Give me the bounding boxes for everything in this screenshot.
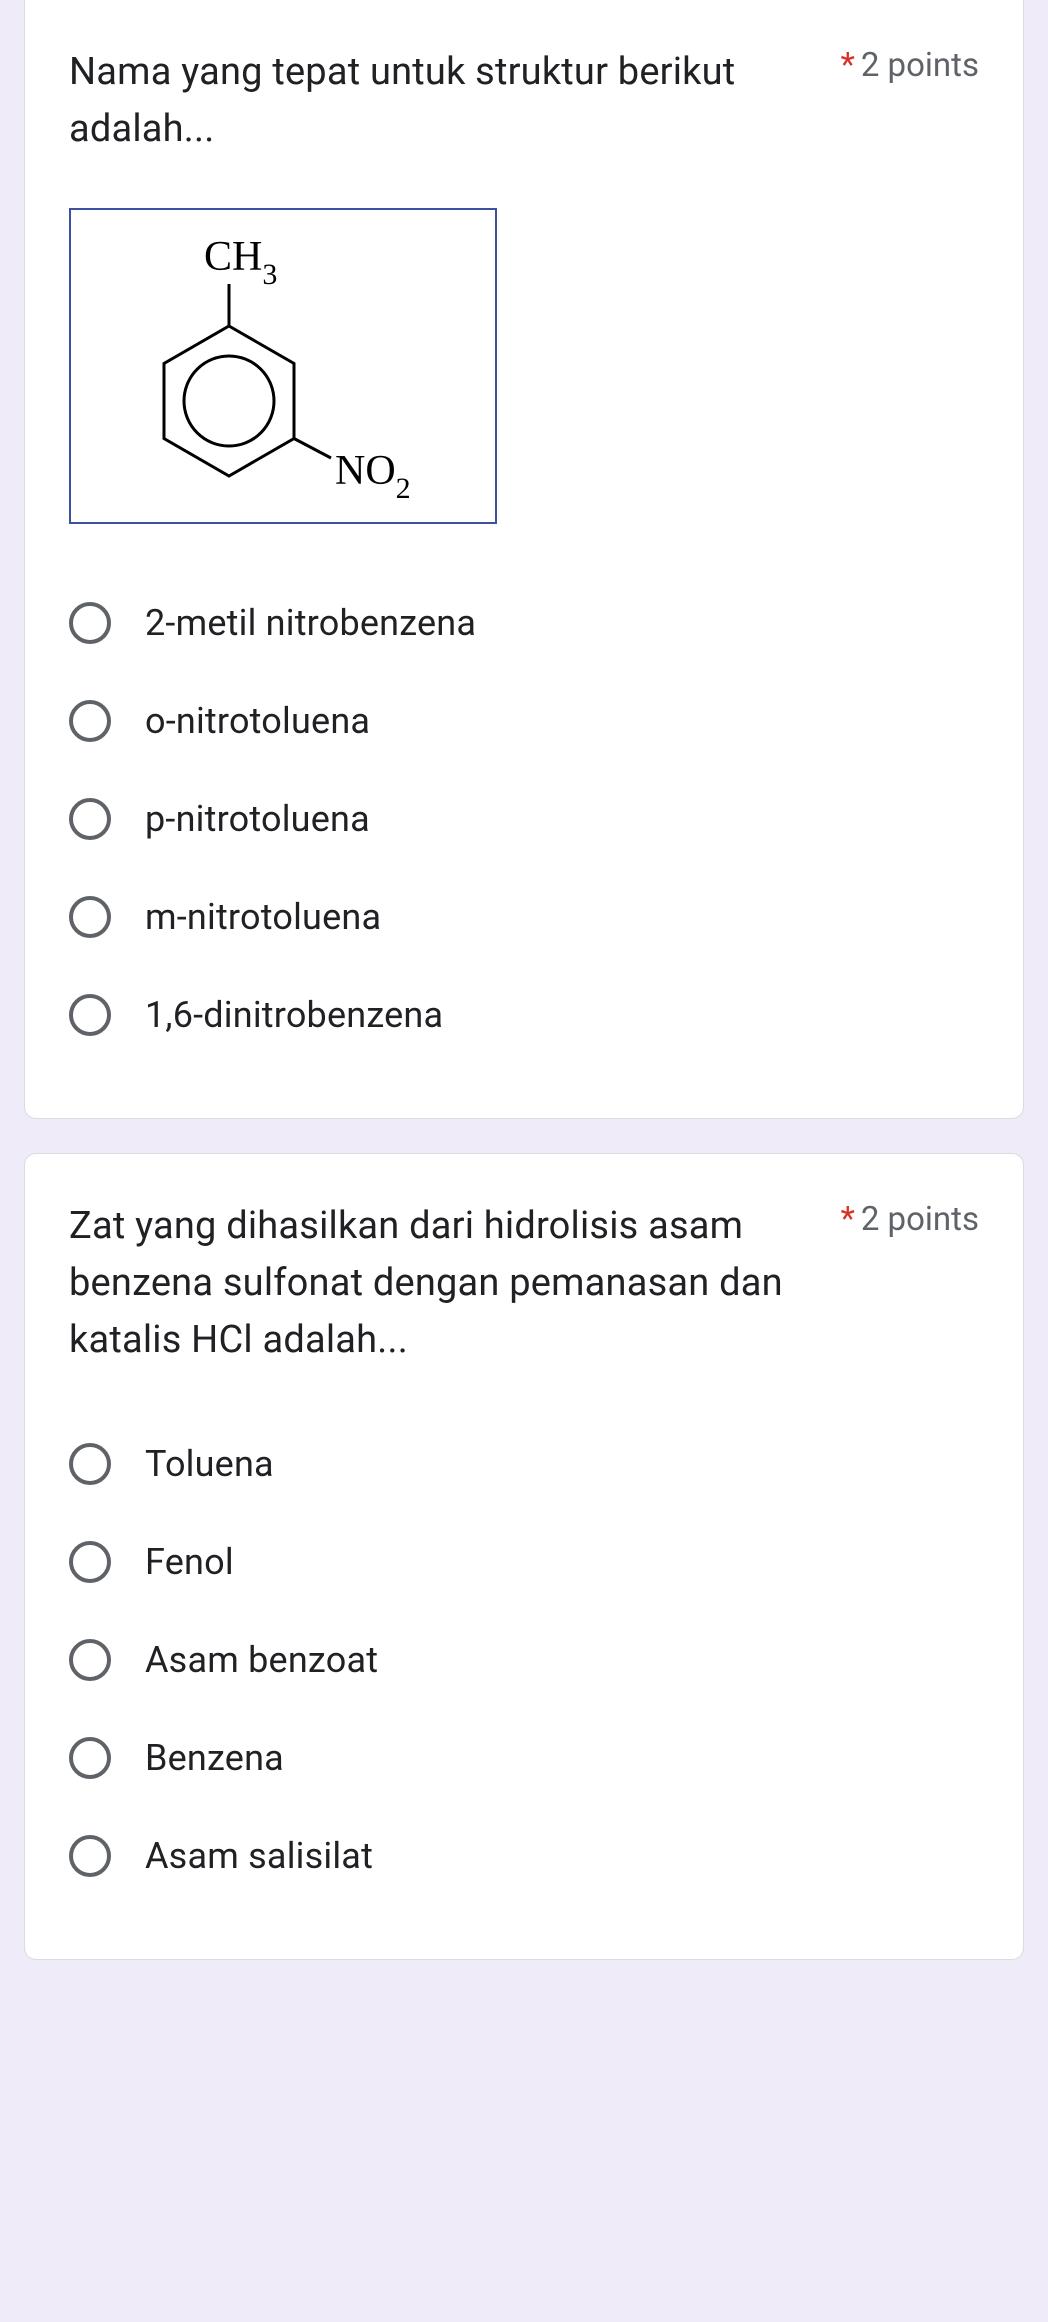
radio-option[interactable]: Toluena	[69, 1415, 979, 1513]
option-label: 1,6-dinitrobenzena	[145, 994, 443, 1036]
question-title: Nama yang tepat untuk struktur berikut a…	[69, 44, 817, 158]
radio-icon	[69, 602, 111, 644]
radio-option[interactable]: 2-metil nitrobenzena	[69, 574, 979, 672]
radio-option[interactable]: 1,6-dinitrobenzena	[69, 966, 979, 1064]
radio-icon	[69, 896, 111, 938]
option-label: Asam benzoat	[145, 1639, 378, 1681]
radio-option[interactable]: p-nitrotoluena	[69, 770, 979, 868]
radio-option[interactable]: Benzena	[69, 1709, 979, 1807]
radio-icon	[69, 1737, 111, 1779]
points-label: 2 points	[861, 46, 979, 85]
radio-option[interactable]: Asam salisilat	[69, 1807, 979, 1905]
radio-option[interactable]: Asam benzoat	[69, 1611, 979, 1709]
option-label: Toluena	[145, 1443, 274, 1485]
option-list: Toluena Fenol Asam benzoat Benzena Asam …	[69, 1415, 979, 1905]
benzene-structure-icon: CH3 NO2	[99, 226, 459, 506]
svg-text:NO2: NO2	[335, 448, 411, 505]
question-card: Nama yang tepat untuk struktur berikut a…	[24, 0, 1024, 1119]
question-points: *2 points	[841, 44, 979, 85]
question-points: *2 points	[841, 1198, 979, 1239]
radio-option[interactable]: Fenol	[69, 1513, 979, 1611]
question-header: Zat yang dihasilkan dari hidrolisis asam…	[69, 1198, 979, 1369]
svg-text:CH3: CH3	[204, 234, 277, 291]
points-label: 2 points	[861, 1200, 979, 1239]
question-card: Zat yang dihasilkan dari hidrolisis asam…	[24, 1153, 1024, 1960]
option-label: p-nitrotoluena	[145, 798, 370, 840]
option-label: 2-metil nitrobenzena	[145, 602, 476, 644]
radio-icon	[69, 1443, 111, 1485]
question-header: Nama yang tepat untuk struktur berikut a…	[69, 44, 979, 158]
radio-icon	[69, 798, 111, 840]
option-label: o-nitrotoluena	[145, 700, 370, 742]
radio-icon	[69, 1835, 111, 1877]
radio-option[interactable]: o-nitrotoluena	[69, 672, 979, 770]
radio-icon	[69, 1541, 111, 1583]
question-title: Zat yang dihasilkan dari hidrolisis asam…	[69, 1198, 817, 1369]
option-label: Fenol	[145, 1541, 234, 1583]
required-asterisk: *	[841, 1200, 855, 1239]
radio-option[interactable]: m-nitrotoluena	[69, 868, 979, 966]
option-label: Benzena	[145, 1737, 284, 1779]
option-list: 2-metil nitrobenzena o-nitrotoluena p-ni…	[69, 574, 979, 1064]
option-label: m-nitrotoluena	[145, 896, 381, 938]
required-asterisk: *	[841, 46, 855, 85]
option-label: Asam salisilat	[145, 1835, 373, 1877]
chemical-structure-image: CH3 NO2	[69, 208, 497, 524]
radio-icon	[69, 994, 111, 1036]
radio-icon	[69, 1639, 111, 1681]
radio-icon	[69, 700, 111, 742]
